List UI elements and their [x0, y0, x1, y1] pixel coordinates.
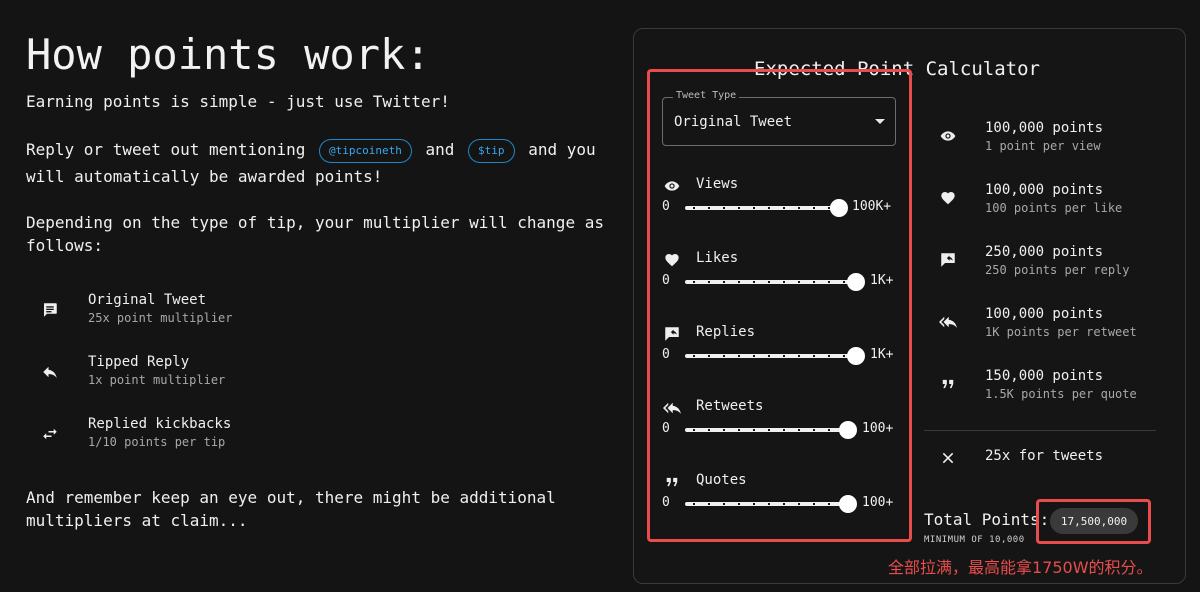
reply-all-icon	[936, 312, 960, 332]
close-icon	[940, 450, 956, 470]
highlight-box-sliders	[647, 69, 912, 542]
multiplier-text: 25x for tweets	[985, 448, 1104, 464]
result-retweets: 100,000 points 1K points per retweet	[936, 306, 1176, 346]
result-value: 100,000 points	[985, 120, 1104, 136]
result-sub: 100 points per like	[985, 201, 1123, 215]
multiplier-sub: 1/10 points per tip	[88, 435, 226, 449]
remember-text-1: And remember keep an eye out, there migh…	[26, 488, 556, 507]
reply-comment-icon	[936, 250, 960, 270]
result-quotes: 150,000 points 1.5K points per quote	[936, 368, 1176, 408]
tip-ticker-link[interactable]: $tip	[468, 138, 515, 163]
total-points-label: Total Points:	[924, 510, 1050, 529]
multiplier-replied-kickbacks: Replied kickbacks 1/10 points per tip	[36, 416, 336, 456]
mention-suffix: and you	[528, 140, 596, 159]
result-sub: 250 points per reply	[985, 263, 1130, 277]
result-likes: 100,000 points 100 points per like	[936, 182, 1176, 222]
multiplier-title: Tipped Reply	[88, 354, 190, 370]
minimum-text: MINIMUM OF 10,000	[924, 535, 1025, 545]
result-value: 100,000 points	[985, 182, 1104, 198]
reply-icon	[40, 362, 60, 382]
result-value: 100,000 points	[985, 306, 1104, 322]
mention-text: Reply or tweet out mentioning @tipcoinet…	[26, 138, 616, 163]
result-sub: 1.5K points per quote	[985, 387, 1137, 401]
multiplier-title: Replied kickbacks	[88, 416, 232, 432]
result-sub: 1K points per retweet	[985, 325, 1137, 339]
mention-line2: will automatically be awarded points!	[26, 167, 383, 186]
multiplier-sub: 25x point multiplier	[88, 311, 233, 325]
remember-text-2: multipliers at claim...	[26, 511, 248, 530]
quote-icon	[936, 374, 960, 394]
annotation-text: 全部拉满，最高能拿1750W的积分。	[888, 558, 1153, 577]
multiplier-original-tweet: Original Tweet 25x point multiplier	[36, 292, 336, 332]
result-value: 250,000 points	[985, 244, 1104, 260]
result-views: 100,000 points 1 point per view	[936, 120, 1176, 160]
page-title: How points work:	[26, 30, 431, 79]
comment-icon	[40, 300, 60, 320]
multiplier-tipped-reply: Tipped Reply 1x point multiplier	[36, 354, 336, 394]
heart-icon	[936, 188, 960, 208]
result-replies: 250,000 points 250 points per reply	[936, 244, 1176, 284]
swap-icon	[40, 424, 60, 444]
multiplier-sub: 1x point multiplier	[88, 373, 226, 387]
intro-text: Earning points is simple - just use Twit…	[26, 92, 450, 111]
highlight-box-total	[1036, 499, 1151, 544]
depending-text-2: follows:	[26, 236, 104, 255]
multiplier-title: Original Tweet	[88, 292, 207, 308]
result-value: 150,000 points	[985, 368, 1104, 384]
depending-text-1: Depending on the type of tip, your multi…	[26, 213, 604, 232]
mention-prefix: Reply or tweet out mentioning	[26, 140, 306, 159]
mention-and: and	[425, 140, 455, 159]
tipcoin-handle-link[interactable]: @tipcoineth	[319, 138, 412, 163]
eye-icon	[936, 126, 960, 146]
result-sub: 1 point per view	[985, 139, 1101, 153]
divider	[924, 430, 1156, 431]
